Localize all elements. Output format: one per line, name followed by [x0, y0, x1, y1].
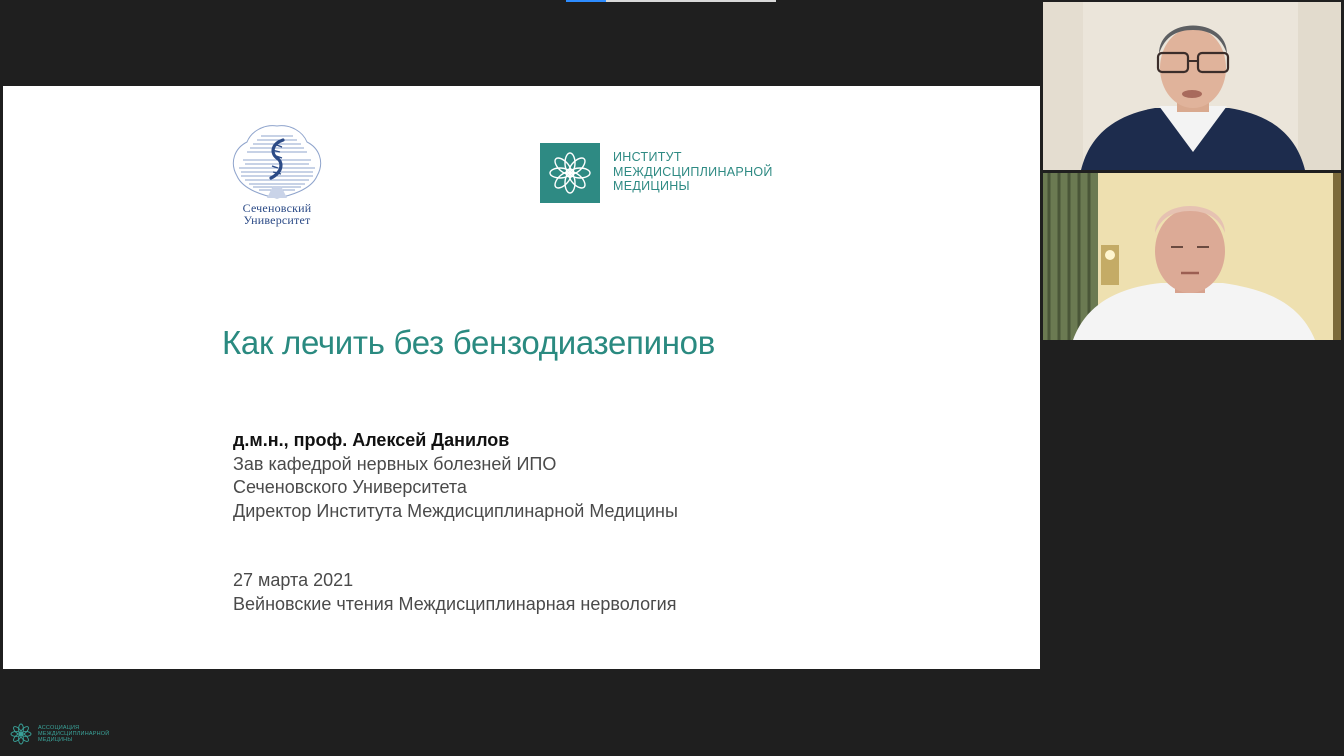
author-name: д.м.н., проф. Алексей Данилов — [233, 430, 510, 450]
institute-logo: ИНСТИТУТ МЕЖДИСЦИПЛИНАРНОЙ МЕДИЦИНЫ — [540, 143, 790, 203]
participant-video-2[interactable] — [1043, 173, 1341, 340]
top-toolbar-indicator[interactable] — [566, 0, 776, 2]
watermark-line3: МЕДИЦИНЫ — [38, 737, 73, 743]
sechenov-university-name: Сеченовский Университет — [227, 202, 327, 226]
shared-slide: Сеченовский Университет ИНСТИТУТ МЕЖДИСЦ… — [3, 86, 1040, 669]
event-block: 27 марта 2021 Вейновские чтения Междисци… — [233, 569, 676, 616]
participant-video-1[interactable] — [1043, 2, 1341, 170]
institute-name: ИНСТИТУТ МЕЖДИСЦИПЛИНАРНОЙ МЕДИЦИНЫ — [613, 150, 773, 194]
event-name: Вейновские чтения Междисциплинарная нерв… — [233, 593, 677, 614]
participant-video-feed — [1043, 2, 1341, 170]
participant-video-feed — [1043, 173, 1341, 340]
sechenov-name-line2: Университет — [243, 213, 311, 227]
author-position-line1: Зав кафедрой нервных болезней ИПО — [233, 453, 557, 474]
institute-name-line3: МЕДИЦИНЫ — [613, 179, 690, 193]
institute-name-line2: МЕЖДИСЦИПЛИНАРНОЙ — [613, 164, 773, 179]
tree-dna-icon — [232, 125, 322, 199]
conference-window: Сеченовский Университет ИНСТИТУТ МЕЖДИСЦ… — [0, 0, 1344, 756]
flower-icon — [549, 152, 591, 194]
event-date: 27 марта 2021 — [233, 570, 354, 590]
institute-name-line1: ИНСТИТУТ — [613, 150, 682, 164]
institute-mark — [540, 143, 600, 203]
author-position-line3: Директор Института Междисциплинарной Мед… — [233, 500, 678, 521]
sechenov-university-logo: Сеченовский Университет — [227, 120, 327, 230]
author-block: д.м.н., проф. Алексей Данилов Зав кафедр… — [233, 429, 678, 523]
author-position-line2: Сеченовского Университета — [233, 477, 467, 497]
slide-title: Как лечить без бензодиазепинов — [222, 324, 715, 361]
watermark-text: АССОЦИАЦИЯ МЕЖДИСЦИПЛИНАРНОЙ МЕДИЦИНЫ — [38, 725, 109, 743]
flower-icon — [10, 723, 32, 745]
association-watermark: АССОЦИАЦИЯ МЕЖДИСЦИПЛИНАРНОЙ МЕДИЦИНЫ — [9, 722, 119, 746]
